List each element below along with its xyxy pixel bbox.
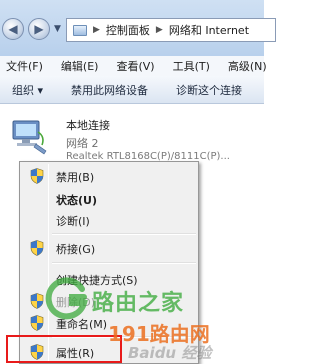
uac-shield-icon — [30, 240, 44, 256]
arrow-left-icon: ◀ — [8, 22, 18, 36]
watermark-logo-icon — [45, 277, 88, 320]
breadcrumb-network-internet[interactable]: 网络和 Internet — [169, 22, 249, 38]
menu-item-status[interactable]: 状态(U) — [22, 188, 196, 210]
menu-edit[interactable]: 编辑(E) — [55, 58, 99, 74]
network-adapter-icon — [12, 120, 47, 155]
menu-item-diagnose[interactable]: 诊断(I) — [22, 209, 196, 231]
menu-item-bridge[interactable]: 桥接(G) — [22, 237, 196, 259]
adapter-network-status: 网络 2 — [66, 137, 99, 150]
menu-item-label: 诊断(I) — [56, 215, 90, 228]
adapter-name: 本地连接 — [66, 119, 110, 132]
menu-file[interactable]: 文件(F) — [0, 58, 43, 74]
breadcrumb-control-panel[interactable]: 控制面板 — [106, 22, 150, 38]
watermark-text: Baidu 经验 — [128, 344, 212, 362]
menu-item-label: 禁用(B) — [56, 171, 95, 184]
properties-highlight-box — [6, 335, 122, 363]
menu-divider — [52, 262, 196, 264]
uac-shield-icon — [30, 168, 44, 184]
menu-advanced[interactable]: 高级(N) — [222, 58, 267, 74]
organize-button[interactable]: 组织 ▾ — [0, 82, 43, 98]
network-adapter-local-connection[interactable]: 本地连接 网络 2 Realtek RTL8168C(P)/8111C(P)..… — [0, 104, 264, 164]
arrow-right-icon: ▶ — [34, 22, 44, 36]
uac-shield-icon — [30, 315, 44, 331]
menu-item-label: 桥接(G) — [56, 243, 96, 256]
breadcrumb-separator-icon[interactable]: ▶ — [93, 25, 100, 35]
menu-tools[interactable]: 工具(T) — [167, 58, 210, 74]
command-toolbar: 组织 ▾ 禁用此网络设备 诊断这个连接 — [0, 76, 264, 104]
menu-bar: 文件(F) 编辑(E) 查看(V) 工具(T) 高级(N) — [0, 56, 267, 76]
recent-pages-dropdown-icon[interactable]: ▼ — [54, 24, 61, 34]
uac-shield-icon — [30, 293, 44, 309]
back-button[interactable]: ◀ — [2, 18, 24, 40]
window-titlebar: ◀ ▶ ▼ ▶ 控制面板 ▶ 网络和 Internet — [0, 0, 276, 56]
menu-view[interactable]: 查看(V) — [110, 58, 154, 74]
menu-divider — [52, 233, 196, 235]
disable-device-button[interactable]: 禁用此网络设备 — [59, 82, 148, 98]
menu-item-disable[interactable]: 禁用(B) — [22, 165, 196, 187]
forward-button[interactable]: ▶ — [28, 18, 50, 40]
control-panel-icon — [73, 24, 87, 36]
breadcrumb-separator-icon[interactable]: ▶ — [156, 25, 163, 35]
address-bar[interactable]: ▶ 控制面板 ▶ 网络和 Internet — [66, 18, 276, 42]
menu-item-label: 状态(U) — [56, 194, 97, 207]
diagnose-connection-button[interactable]: 诊断这个连接 — [164, 82, 242, 98]
watermark-text: 路由之家 — [92, 291, 185, 316]
